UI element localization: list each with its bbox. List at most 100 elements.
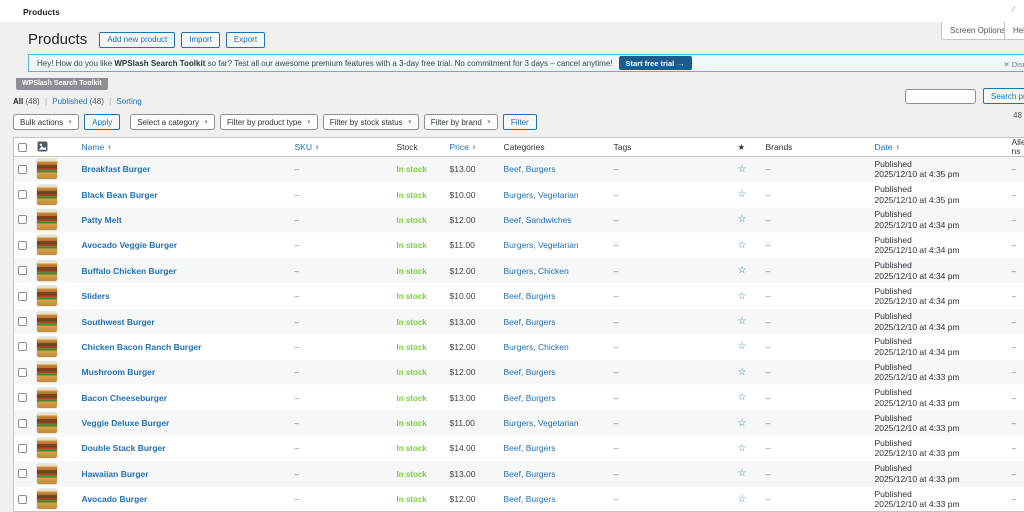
product-thumbnail[interactable] bbox=[37, 489, 57, 509]
row-checkbox[interactable] bbox=[18, 469, 27, 478]
product-thumbnail[interactable] bbox=[37, 337, 57, 357]
product-thumbnail[interactable] bbox=[37, 438, 57, 458]
featured-star-icon[interactable]: ☆ bbox=[738, 443, 747, 454]
product-name-link[interactable]: Mushroom Burger bbox=[82, 367, 156, 377]
product-name-link[interactable]: Avocado Veggie Burger bbox=[82, 240, 178, 250]
category-filter-select[interactable]: Select a category∨ bbox=[130, 114, 215, 130]
row-checkbox[interactable] bbox=[18, 292, 27, 301]
start-free-trial-button[interactable]: Start free trial→ bbox=[619, 56, 692, 70]
row-checkbox[interactable] bbox=[18, 190, 27, 199]
product-name-link[interactable]: Patty Melt bbox=[82, 215, 122, 225]
row-checkbox[interactable] bbox=[18, 393, 27, 402]
category-links[interactable]: Burgers, Vegetarian bbox=[504, 418, 579, 428]
category-links[interactable]: Beef, Sandwiches bbox=[504, 215, 572, 225]
featured-star-icon[interactable]: ☆ bbox=[738, 367, 747, 378]
category-links[interactable]: Beef, Burgers bbox=[504, 317, 556, 327]
search-input[interactable] bbox=[905, 89, 976, 104]
category-links[interactable]: Burgers, Chicken bbox=[504, 266, 569, 276]
featured-star-icon[interactable]: ☆ bbox=[738, 316, 747, 327]
row-checkbox[interactable] bbox=[18, 495, 27, 504]
stock-status-filter-select[interactable]: Filter by stock status∨ bbox=[323, 114, 419, 130]
product-thumbnail[interactable] bbox=[37, 312, 57, 332]
row-checkbox[interactable] bbox=[18, 368, 27, 377]
product-name-link[interactable]: Double Stack Burger bbox=[82, 443, 166, 453]
product-thumbnail[interactable] bbox=[37, 413, 57, 433]
product-name-link[interactable]: Chicken Bacon Ranch Burger bbox=[82, 342, 202, 352]
search-products-button[interactable]: Search products bbox=[983, 88, 1024, 104]
brands-cell: – bbox=[763, 233, 872, 258]
row-checkbox[interactable] bbox=[18, 165, 27, 174]
product-thumbnail[interactable] bbox=[37, 362, 57, 382]
sort-by-name-header[interactable]: Name▲▼ bbox=[82, 142, 112, 152]
product-name-link[interactable]: Buffalo Chicken Burger bbox=[82, 266, 177, 276]
product-name-link[interactable]: Veggie Deluxe Burger bbox=[82, 418, 170, 428]
product-thumbnail[interactable] bbox=[37, 261, 57, 281]
category-links[interactable]: Burgers, Vegetarian bbox=[504, 240, 579, 250]
tags-cell: – bbox=[611, 436, 735, 461]
product-thumbnail[interactable] bbox=[37, 159, 57, 179]
export-button[interactable]: Export bbox=[226, 32, 265, 48]
sort-by-price-header[interactable]: Price▲▼ bbox=[450, 142, 477, 152]
brand-filter-select[interactable]: Filter by brand∨ bbox=[424, 114, 498, 130]
row-checkbox[interactable] bbox=[18, 444, 27, 453]
category-links[interactable]: Beef, Burgers bbox=[504, 469, 556, 479]
product-name-link[interactable]: Bacon Cheeseburger bbox=[82, 393, 168, 403]
featured-star-icon[interactable]: ☆ bbox=[738, 291, 747, 302]
product-name-link[interactable]: Southwest Burger bbox=[82, 317, 155, 327]
view-sorting-link[interactable]: Sorting bbox=[116, 97, 141, 106]
brands-cell: – bbox=[763, 436, 872, 461]
featured-star-icon[interactable]: ☆ bbox=[738, 189, 747, 200]
date-cell: Published 2025/12/10 at 4:35 pm bbox=[872, 182, 1009, 207]
row-checkbox[interactable] bbox=[18, 215, 27, 224]
row-checkbox[interactable] bbox=[18, 419, 27, 428]
sort-by-sku-header[interactable]: SKU▲▼ bbox=[295, 142, 320, 152]
product-name-link[interactable]: Black Bean Burger bbox=[82, 190, 158, 200]
product-name-link[interactable]: Breakfast Burger bbox=[82, 164, 151, 174]
product-thumbnail[interactable] bbox=[37, 210, 57, 230]
add-new-product-button[interactable]: Add new product bbox=[99, 32, 175, 48]
row-checkbox[interactable] bbox=[18, 342, 27, 351]
bulk-actions-select[interactable]: Bulk actions∨ bbox=[13, 114, 79, 130]
category-links[interactable]: Beef, Burgers bbox=[504, 164, 556, 174]
featured-star-icon[interactable]: ☆ bbox=[738, 265, 747, 276]
dismiss-notice-link[interactable]: ✕ Dismiss bbox=[1003, 60, 1024, 69]
view-published-link[interactable]: Published bbox=[52, 97, 87, 106]
product-thumbnail[interactable] bbox=[37, 464, 57, 484]
tags-cell: – bbox=[611, 461, 735, 486]
row-checkbox[interactable] bbox=[18, 241, 27, 250]
product-thumbnail[interactable] bbox=[37, 388, 57, 408]
brands-cell: – bbox=[763, 461, 872, 486]
import-button[interactable]: Import bbox=[181, 32, 220, 48]
apply-button[interactable]: Apply bbox=[84, 114, 120, 130]
product-thumbnail[interactable] bbox=[37, 235, 57, 255]
featured-star-icon[interactable]: ☆ bbox=[738, 418, 747, 429]
filter-button[interactable]: Filter bbox=[503, 114, 537, 130]
product-thumbnail[interactable] bbox=[37, 185, 57, 205]
product-name-link[interactable]: Sliders bbox=[82, 291, 110, 301]
featured-star-icon[interactable]: ☆ bbox=[738, 240, 747, 251]
category-links[interactable]: Beef, Burgers bbox=[504, 443, 556, 453]
category-links[interactable]: Beef, Burgers bbox=[504, 393, 556, 403]
featured-star-icon[interactable]: ☆ bbox=[738, 341, 747, 352]
publish-status: Published bbox=[875, 336, 1006, 347]
category-links[interactable]: Burgers, Vegetarian bbox=[504, 190, 579, 200]
view-all-link[interactable]: All bbox=[13, 97, 23, 106]
featured-star-icon[interactable]: ☆ bbox=[738, 392, 747, 403]
featured-star-icon[interactable]: ☆ bbox=[738, 164, 747, 175]
price-cell: $12.00 bbox=[447, 487, 501, 512]
stock-status: In stock bbox=[397, 394, 427, 403]
select-all-checkbox[interactable] bbox=[18, 143, 27, 152]
row-checkbox[interactable] bbox=[18, 317, 27, 326]
product-type-filter-select[interactable]: Filter by product type∨ bbox=[220, 114, 318, 130]
product-thumbnail[interactable] bbox=[37, 286, 57, 306]
product-name-link[interactable]: Hawaiian Burger bbox=[82, 469, 149, 479]
category-links[interactable]: Beef, Burgers bbox=[504, 367, 556, 377]
category-links[interactable]: Beef, Burgers bbox=[504, 291, 556, 301]
row-checkbox[interactable] bbox=[18, 266, 27, 275]
sort-by-date-header[interactable]: Date▲▼ bbox=[875, 142, 900, 152]
featured-star-icon[interactable]: ☆ bbox=[738, 214, 747, 225]
top-bar: Products ⁄ bbox=[0, 0, 1024, 22]
wpslash-toolkit-badge: WPSlash Search Toolkit bbox=[16, 78, 108, 90]
category-links[interactable]: Burgers, Chicken bbox=[504, 342, 569, 352]
featured-star-icon[interactable]: ☆ bbox=[738, 468, 747, 479]
